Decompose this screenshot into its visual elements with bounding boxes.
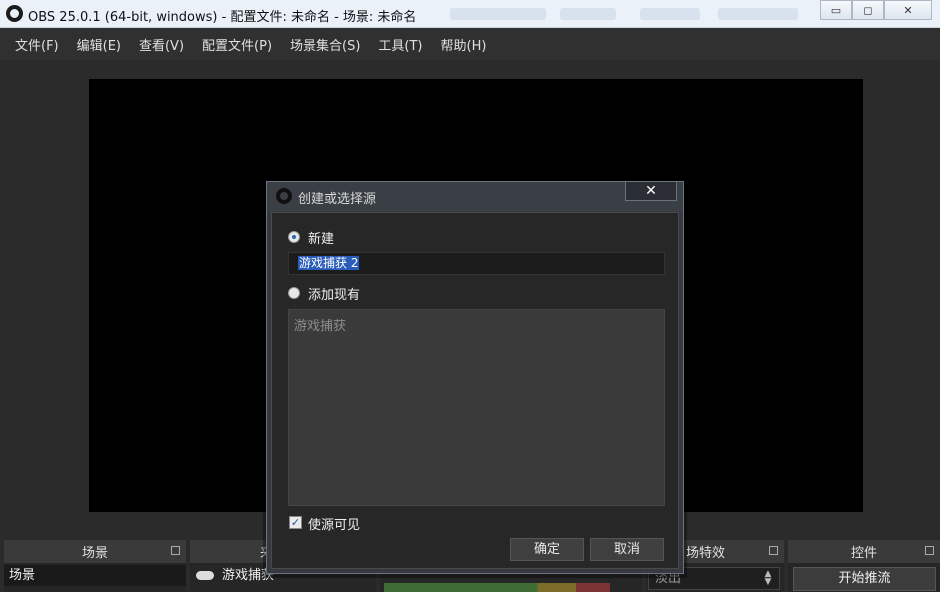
source-name-value: 游戏捕获 2 [298, 256, 360, 270]
controls-dock-title: 控件 [850, 546, 877, 561]
window-controls: ▭ ◻ ✕ [820, 0, 932, 20]
close-window-button[interactable]: ✕ [884, 0, 932, 20]
dock-float-icon[interactable] [171, 546, 180, 555]
menu-profile[interactable]: 配置文件(P) [193, 35, 281, 54]
ok-button[interactable]: 确定 [510, 538, 584, 561]
window-titlebar: OBS 25.0.1 (64-bit, windows) - 配置文件: 未命名… [0, 0, 940, 28]
create-new-label: 新建 [308, 232, 335, 247]
menu-scene-collection[interactable]: 场景集合(S) [281, 35, 369, 54]
minimize-button[interactable]: ▭ [820, 0, 852, 20]
menu-edit[interactable]: 编辑(E) [68, 35, 130, 54]
background-window-tab [560, 8, 616, 20]
background-window-tab [718, 8, 798, 20]
scenes-dock-header: 场景 [4, 540, 186, 563]
scene-list-item[interactable]: 场景 [4, 565, 186, 586]
menu-help[interactable]: 帮助(H) [432, 35, 496, 54]
controls-dock-header: 控件 [788, 540, 940, 563]
menu-bar: 文件(F) 编辑(E) 查看(V) 配置文件(P) 场景集合(S) 工具(T) … [0, 28, 940, 60]
background-window-tab [640, 8, 700, 20]
source-name-input[interactable]: 游戏捕获 2 [288, 252, 665, 275]
start-streaming-button[interactable]: 开始推流 [793, 567, 936, 591]
add-existing-radio[interactable] [288, 287, 300, 299]
scenes-dock-title: 场景 [81, 546, 108, 561]
dock-float-icon[interactable] [925, 546, 934, 555]
maximize-icon: ◻ [863, 3, 873, 17]
make-source-visible-checkbox[interactable]: ✓ [289, 516, 302, 529]
cancel-button[interactable]: 取消 [590, 538, 664, 561]
existing-sources-list[interactable]: 游戏捕获 [288, 309, 665, 506]
dialog-close-button[interactable]: ✕ [625, 182, 677, 201]
background-window-tab [450, 8, 546, 20]
create-new-radio[interactable] [288, 231, 300, 243]
menu-tools[interactable]: 工具(T) [369, 35, 431, 54]
check-icon: ✓ [290, 516, 301, 529]
transitions-dock-title: 场特效 [686, 546, 726, 561]
window-title: OBS 25.0.1 (64-bit, windows) - 配置文件: 未命名… [28, 10, 417, 25]
close-icon: ✕ [903, 3, 913, 17]
menu-file[interactable]: 文件(F) [6, 35, 68, 54]
maximize-button[interactable]: ◻ [852, 0, 884, 20]
obs-logo-icon [6, 5, 23, 22]
dialog-title: 创建或选择源 [298, 192, 377, 207]
obs-logo-icon [276, 188, 292, 204]
dock-float-icon[interactable] [769, 546, 778, 555]
add-existing-label: 添加现有 [308, 288, 361, 303]
create-select-source-dialog: 创建或选择源 ✕ 新建 游戏捕获 2 添加现有 游戏捕获 ✓ 使源可见 确定 取… [266, 181, 684, 574]
dialog-titlebar: 创建或选择源 ✕ [267, 182, 683, 211]
audio-meter [384, 583, 610, 592]
spinner-arrows-icon[interactable]: ▲ ▼ [761, 570, 775, 587]
dialog-body: 新建 游戏捕获 2 添加现有 游戏捕获 ✓ 使源可见 确定 取消 [271, 212, 679, 569]
make-source-visible-label: 使源可见 [308, 518, 361, 533]
close-icon: ✕ [645, 183, 657, 199]
existing-source-item[interactable]: 游戏捕获 [294, 315, 346, 334]
minimize-icon: ▭ [830, 3, 842, 17]
menu-view[interactable]: 查看(V) [130, 35, 193, 54]
